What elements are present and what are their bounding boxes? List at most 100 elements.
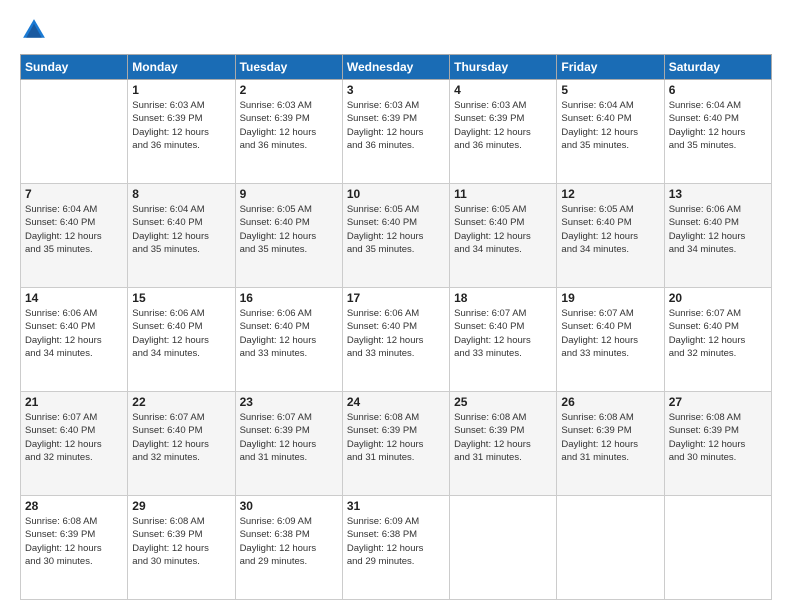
calendar-cell (664, 496, 771, 600)
header (20, 16, 772, 44)
calendar-cell: 16 Sunrise: 6:06 AMSunset: 6:40 PMDayligh… (235, 288, 342, 392)
calendar-cell: 27 Sunrise: 6:08 AMSunset: 6:39 PMDayligh… (664, 392, 771, 496)
cell-content: Sunrise: 6:04 AMSunset: 6:40 PMDaylight:… (25, 203, 123, 256)
day-number: 19 (561, 291, 659, 305)
cell-content: Sunrise: 6:07 AMSunset: 6:40 PMDaylight:… (669, 307, 767, 360)
day-number: 6 (669, 83, 767, 97)
day-number: 5 (561, 83, 659, 97)
calendar-cell: 10Sunrise: 6:05 AMSunset: 6:40 PMDayligh… (342, 184, 449, 288)
day-number: 8 (132, 187, 230, 201)
calendar-cell: 20Sunrise: 6:07 AMSunset: 6:40 PMDayligh… (664, 288, 771, 392)
calendar-cell: 26 Sunrise: 6:08 AMSunset: 6:39 PMDayligh… (557, 392, 664, 496)
day-number: 11 (454, 187, 552, 201)
cell-content: Sunrise: 6:05 AMSunset: 6:40 PMDaylight:… (347, 203, 445, 256)
day-number: 15 (132, 291, 230, 305)
day-number: 9 (240, 187, 338, 201)
cell-content: Sunrise: 6:04 AMSunset: 6:40 PMDaylight:… (561, 99, 659, 152)
cell-content: Sunrise: 6:07 AMSunset: 6:39 PMDaylight:… (240, 411, 338, 464)
day-number: 31 (347, 499, 445, 513)
cell-content: Sunrise: 6:08 AMSunset: 6:39 PMDaylight:… (669, 411, 767, 464)
calendar-cell: 7 Sunrise: 6:04 AMSunset: 6:40 PMDaylight… (21, 184, 128, 288)
day-number: 28 (25, 499, 123, 513)
week-row-4: 21 Sunrise: 6:07 AMSunset: 6:40 PMDayligh… (21, 392, 772, 496)
calendar-cell: 8 Sunrise: 6:04 AMSunset: 6:40 PMDaylight… (128, 184, 235, 288)
cell-content: Sunrise: 6:06 AMSunset: 6:40 PMDaylight:… (25, 307, 123, 360)
day-number: 7 (25, 187, 123, 201)
cell-content: Sunrise: 6:06 AMSunset: 6:40 PMDaylight:… (240, 307, 338, 360)
calendar-cell: 4 Sunrise: 6:03 AMSunset: 6:39 PMDaylight… (450, 80, 557, 184)
cell-content: Sunrise: 6:04 AMSunset: 6:40 PMDaylight:… (132, 203, 230, 256)
cell-content: Sunrise: 6:08 AMSunset: 6:39 PMDaylight:… (25, 515, 123, 568)
calendar-cell: 31 Sunrise: 6:09 AMSunset: 6:38 PMDayligh… (342, 496, 449, 600)
day-number: 22 (132, 395, 230, 409)
day-number: 4 (454, 83, 552, 97)
week-row-3: 14 Sunrise: 6:06 AMSunset: 6:40 PMDayligh… (21, 288, 772, 392)
calendar-cell: 18 Sunrise: 6:07 AMSunset: 6:40 PMDayligh… (450, 288, 557, 392)
calendar-cell: 6 Sunrise: 6:04 AMSunset: 6:40 PMDaylight… (664, 80, 771, 184)
calendar-cell: 19 Sunrise: 6:07 AMSunset: 6:40 PMDayligh… (557, 288, 664, 392)
day-header-thursday: Thursday (450, 55, 557, 80)
day-number: 21 (25, 395, 123, 409)
day-number: 17 (347, 291, 445, 305)
cell-content: Sunrise: 6:07 AMSunset: 6:40 PMDaylight:… (25, 411, 123, 464)
day-number: 29 (132, 499, 230, 513)
day-number: 1 (132, 83, 230, 97)
calendar-cell: 25 Sunrise: 6:08 AMSunset: 6:39 PMDayligh… (450, 392, 557, 496)
calendar-cell: 24Sunrise: 6:08 AMSunset: 6:39 PMDayligh… (342, 392, 449, 496)
cell-content: Sunrise: 6:07 AMSunset: 6:40 PMDaylight:… (454, 307, 552, 360)
day-number: 30 (240, 499, 338, 513)
cell-content: Sunrise: 6:09 AMSunset: 6:38 PMDaylight:… (240, 515, 338, 568)
logo-icon (20, 16, 48, 44)
page: SundayMondayTuesdayWednesdayThursdayFrid… (0, 0, 792, 612)
calendar-cell: 23 Sunrise: 6:07 AMSunset: 6:39 PMDayligh… (235, 392, 342, 496)
calendar: SundayMondayTuesdayWednesdayThursdayFrid… (20, 54, 772, 600)
day-header-saturday: Saturday (664, 55, 771, 80)
day-number: 3 (347, 83, 445, 97)
day-number: 27 (669, 395, 767, 409)
cell-content: Sunrise: 6:08 AMSunset: 6:39 PMDaylight:… (132, 515, 230, 568)
calendar-cell (450, 496, 557, 600)
logo (20, 16, 52, 44)
day-number: 23 (240, 395, 338, 409)
cell-content: Sunrise: 6:05 AMSunset: 6:40 PMDaylight:… (454, 203, 552, 256)
cell-content: Sunrise: 6:03 AMSunset: 6:39 PMDaylight:… (454, 99, 552, 152)
day-number: 14 (25, 291, 123, 305)
cell-content: Sunrise: 6:03 AMSunset: 6:39 PMDaylight:… (132, 99, 230, 152)
cell-content: Sunrise: 6:06 AMSunset: 6:40 PMDaylight:… (132, 307, 230, 360)
cell-content: Sunrise: 6:07 AMSunset: 6:40 PMDaylight:… (561, 307, 659, 360)
cell-content: Sunrise: 6:08 AMSunset: 6:39 PMDaylight:… (454, 411, 552, 464)
day-number: 26 (561, 395, 659, 409)
day-number: 25 (454, 395, 552, 409)
day-number: 13 (669, 187, 767, 201)
calendar-cell: 2 Sunrise: 6:03 AMSunset: 6:39 PMDaylight… (235, 80, 342, 184)
day-number: 2 (240, 83, 338, 97)
cell-content: Sunrise: 6:08 AMSunset: 6:39 PMDaylight:… (561, 411, 659, 464)
calendar-cell: 3Sunrise: 6:03 AMSunset: 6:39 PMDaylight… (342, 80, 449, 184)
cell-content: Sunrise: 6:07 AMSunset: 6:40 PMDaylight:… (132, 411, 230, 464)
day-number: 16 (240, 291, 338, 305)
calendar-cell: 13 Sunrise: 6:06 AMSunset: 6:40 PMDayligh… (664, 184, 771, 288)
week-row-5: 28 Sunrise: 6:08 AMSunset: 6:39 PMDayligh… (21, 496, 772, 600)
calendar-cell: 30 Sunrise: 6:09 AMSunset: 6:38 PMDayligh… (235, 496, 342, 600)
calendar-cell: 14 Sunrise: 6:06 AMSunset: 6:40 PMDayligh… (21, 288, 128, 392)
day-header-wednesday: Wednesday (342, 55, 449, 80)
cell-content: Sunrise: 6:04 AMSunset: 6:40 PMDaylight:… (669, 99, 767, 152)
week-row-1: 1 Sunrise: 6:03 AMSunset: 6:39 PMDaylight… (21, 80, 772, 184)
calendar-cell (557, 496, 664, 600)
calendar-cell: 12Sunrise: 6:05 AMSunset: 6:40 PMDayligh… (557, 184, 664, 288)
calendar-cell: 28 Sunrise: 6:08 AMSunset: 6:39 PMDayligh… (21, 496, 128, 600)
calendar-cell: 5 Sunrise: 6:04 AMSunset: 6:40 PMDaylight… (557, 80, 664, 184)
day-header-friday: Friday (557, 55, 664, 80)
cell-content: Sunrise: 6:08 AMSunset: 6:39 PMDaylight:… (347, 411, 445, 464)
cell-content: Sunrise: 6:09 AMSunset: 6:38 PMDaylight:… (347, 515, 445, 568)
calendar-body: 1 Sunrise: 6:03 AMSunset: 6:39 PMDaylight… (21, 80, 772, 600)
day-header-monday: Monday (128, 55, 235, 80)
day-number: 18 (454, 291, 552, 305)
week-row-2: 7 Sunrise: 6:04 AMSunset: 6:40 PMDaylight… (21, 184, 772, 288)
cell-content: Sunrise: 6:03 AMSunset: 6:39 PMDaylight:… (240, 99, 338, 152)
cell-content: Sunrise: 6:05 AMSunset: 6:40 PMDaylight:… (561, 203, 659, 256)
cell-content: Sunrise: 6:06 AMSunset: 6:40 PMDaylight:… (669, 203, 767, 256)
calendar-cell: 22 Sunrise: 6:07 AMSunset: 6:40 PMDayligh… (128, 392, 235, 496)
day-header-tuesday: Tuesday (235, 55, 342, 80)
days-header-row: SundayMondayTuesdayWednesdayThursdayFrid… (21, 55, 772, 80)
